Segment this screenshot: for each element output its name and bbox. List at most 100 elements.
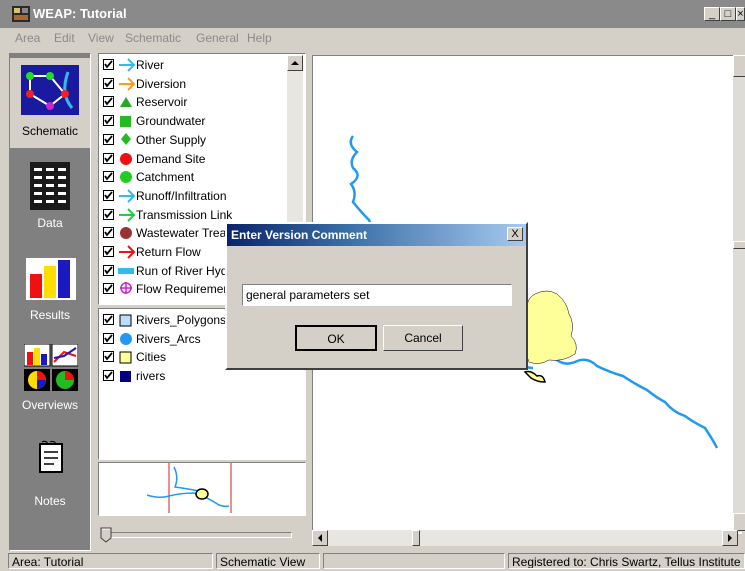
menu-view[interactable]: View — [88, 31, 114, 45]
status-area: Area: Tutorial — [8, 553, 213, 569]
menu-edit[interactable]: Edit — [54, 31, 75, 45]
layer-checkbox[interactable] — [103, 189, 114, 201]
return-flow-icon — [118, 244, 136, 260]
status-view: Schematic View — [216, 553, 320, 569]
layer-label: rivers — [136, 369, 166, 384]
layer-label: Rivers_Polygons — [136, 313, 227, 327]
left-arrow-icon — [318, 534, 322, 542]
rivers-arcs-icon — [118, 331, 134, 347]
slider-thumb[interactable] — [100, 527, 112, 543]
layer-checkbox[interactable] — [103, 115, 114, 127]
minimize-button[interactable]: _ — [704, 7, 720, 21]
layer-checkbox[interactable] — [103, 314, 114, 325]
ok-button[interactable]: OK — [295, 325, 377, 351]
weap-app-icon[interactable] — [12, 6, 30, 22]
up-arrow-icon — [291, 61, 299, 65]
layer-checkbox[interactable] — [103, 370, 114, 382]
layer-checkbox[interactable] — [103, 332, 114, 344]
city-polygon — [522, 290, 577, 364]
close-window-button[interactable]: × — [736, 7, 745, 21]
scroll-up-button[interactable] — [287, 55, 303, 71]
rivers-polygons-icon — [118, 312, 134, 328]
map-scroll-down-button[interactable] — [733, 513, 745, 531]
catchment-icon — [118, 169, 134, 185]
layer-checkbox[interactable] — [103, 133, 114, 145]
overview-map[interactable] — [98, 462, 306, 516]
layer-label: River — [136, 58, 165, 72]
menu-help[interactable]: Help — [247, 31, 272, 45]
map-vertical-scrollbar[interactable] — [733, 55, 745, 532]
layer-label: Catchment — [136, 170, 195, 185]
runoff-infiltration-icon — [118, 188, 136, 204]
nav-schematic[interactable]: Schematic — [10, 58, 90, 148]
view-bar: Schematic Data Results Overviews Notes — [9, 53, 91, 551]
notes-icon — [39, 440, 63, 473]
menu-general[interactable]: General — [196, 31, 239, 45]
layer-checkbox[interactable] — [103, 246, 114, 257]
status-empty — [323, 553, 505, 569]
rivers-icon — [118, 368, 134, 384]
city-polygon-small — [523, 370, 546, 383]
layer-label: Flow Requiremen — [136, 282, 231, 297]
layer-label: Other Supply — [136, 132, 207, 147]
layer-checkbox[interactable] — [103, 152, 114, 164]
layer-label: Diversion — [136, 76, 187, 91]
version-comment-input[interactable] — [242, 284, 512, 306]
run-of-river-hyd-icon — [118, 263, 134, 279]
river-east — [534, 356, 719, 449]
layer-label: Return Flow — [136, 245, 201, 259]
window-title: WEAP: Tutorial — [33, 6, 127, 21]
groundwater-icon — [118, 113, 134, 129]
dialog-title: Enter Version Comment — [231, 228, 368, 242]
zoom-slider[interactable] — [100, 527, 296, 543]
nav-overviews[interactable]: Overviews — [10, 340, 90, 430]
layer-label: Transmission Link — [136, 207, 233, 222]
diversion-icon — [118, 76, 136, 92]
layer-label: Runoff/Infiltration — [136, 188, 227, 203]
layer-label: Groundwater — [136, 114, 206, 129]
map-hscroll-thumb[interactable] — [412, 530, 420, 546]
map-vscroll-thumb[interactable] — [733, 241, 745, 249]
layer-label: Reservoir — [136, 95, 188, 110]
overviews-icon — [24, 344, 78, 391]
layer-checkbox[interactable] — [103, 171, 114, 183]
layer-checkbox[interactable] — [103, 351, 114, 363]
dialog-title-bar[interactable]: Enter Version Comment X — [227, 224, 526, 246]
status-bar: Area: Tutorial Schematic View Registered… — [0, 551, 745, 571]
nav-data-label: Data — [37, 216, 63, 230]
nav-data[interactable]: Data — [10, 152, 90, 242]
schematic-icon — [21, 65, 79, 115]
nav-schematic-label: Schematic — [21, 124, 79, 138]
title-bar: WEAP: Tutorial _ □ × — [0, 0, 745, 28]
layer-checkbox[interactable] — [103, 77, 114, 89]
map-horizontal-scrollbar[interactable] — [312, 530, 738, 546]
cities-icon — [118, 349, 134, 365]
layer-checkbox[interactable] — [103, 59, 114, 70]
version-comment-dialog: Enter Version Comment X OK Cancel — [225, 222, 528, 370]
layer-checkbox[interactable] — [103, 283, 114, 295]
dialog-close-button[interactable]: X — [507, 227, 523, 241]
map-scroll-up-button[interactable] — [733, 55, 745, 77]
overview-map-drawing — [146, 463, 232, 513]
other-supply-icon — [118, 132, 134, 148]
menu-bar: Area Edit View Schematic General Help — [0, 28, 745, 50]
map-scroll-right-button[interactable] — [722, 530, 738, 546]
slider-track — [110, 532, 292, 538]
layer-checkbox[interactable] — [103, 264, 114, 276]
maximize-button[interactable]: □ — [720, 7, 736, 21]
layer-checkbox[interactable] — [103, 208, 114, 220]
layer-checkbox[interactable] — [103, 227, 114, 239]
layer-label: Rivers_Arcs — [136, 331, 201, 346]
demand-site-icon — [118, 151, 134, 167]
nav-notes-label: Notes — [34, 494, 66, 508]
layer-checkbox[interactable] — [103, 96, 114, 108]
layer-label: Run of River Hyd — [136, 263, 228, 278]
nav-notes[interactable]: Notes — [10, 432, 90, 522]
menu-schematic[interactable]: Schematic — [125, 31, 181, 45]
reservoir-icon — [118, 94, 134, 110]
cancel-button[interactable]: Cancel — [383, 325, 463, 351]
map-scroll-left-button[interactable] — [312, 530, 328, 546]
nav-results[interactable]: Results — [10, 250, 90, 340]
flow-requiremen-icon — [118, 281, 134, 297]
menu-area[interactable]: Area — [15, 31, 40, 45]
